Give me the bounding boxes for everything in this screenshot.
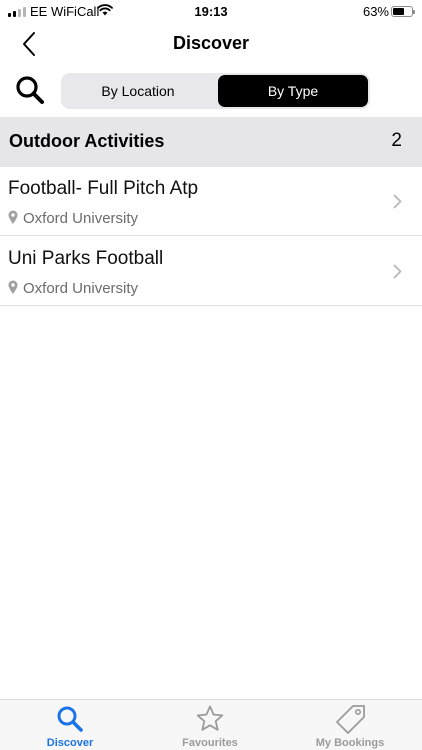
search-button[interactable] bbox=[14, 74, 48, 108]
activity-title: Football- Full Pitch Atp bbox=[8, 178, 199, 199]
tab-label: Discover bbox=[46, 737, 94, 749]
location-pin-icon bbox=[8, 280, 18, 294]
chevron-right-icon bbox=[393, 194, 402, 209]
search-icon bbox=[16, 76, 44, 104]
nav-bar: Discover bbox=[0, 24, 422, 64]
status-bar: EE WiFiCall 19:13 63% bbox=[0, 0, 422, 24]
tab-discover[interactable]: Discover bbox=[0, 700, 140, 750]
view-mode-segmented-control: By Location By Type bbox=[61, 73, 370, 109]
list-item[interactable]: Uni Parks Football Oxford University bbox=[0, 237, 422, 306]
section-count: 2 bbox=[391, 130, 402, 151]
search-icon bbox=[57, 706, 83, 732]
tab-favourites[interactable]: Favourites bbox=[140, 700, 280, 750]
tab-my-bookings[interactable]: My Bookings bbox=[280, 700, 420, 750]
battery-percent: 63% bbox=[362, 4, 389, 19]
activity-location: Oxford University bbox=[23, 280, 139, 297]
tab-label: My Bookings bbox=[315, 737, 385, 749]
filter-row: By Location By Type bbox=[0, 68, 422, 114]
chevron-right-icon bbox=[393, 264, 402, 279]
list-item[interactable]: Football- Full Pitch Atp Oxford Universi… bbox=[0, 167, 422, 236]
section-title: Outdoor Activities bbox=[9, 131, 165, 151]
tab-label: Favourites bbox=[182, 737, 238, 749]
activity-title: Uni Parks Football bbox=[8, 248, 164, 269]
activity-location: Oxford University bbox=[23, 210, 139, 227]
tab-bar: Discover Favourites My Bookings bbox=[0, 699, 422, 750]
status-time: 19:13 bbox=[194, 4, 228, 19]
battery-icon bbox=[391, 6, 415, 17]
location-pin-icon bbox=[8, 210, 18, 224]
page-title: Discover bbox=[172, 33, 250, 53]
tag-icon bbox=[336, 705, 365, 734]
star-icon bbox=[196, 705, 224, 731]
segment-by-location[interactable]: By Location bbox=[63, 75, 213, 107]
section-header: Outdoor Activities 2 bbox=[0, 117, 422, 167]
segment-by-type[interactable]: By Type bbox=[218, 75, 368, 107]
